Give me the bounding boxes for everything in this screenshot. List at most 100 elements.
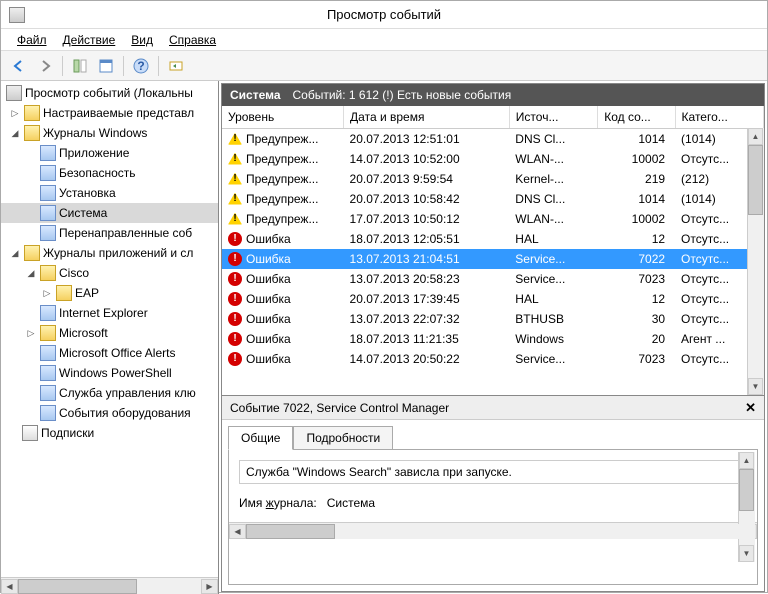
table-row[interactable]: !Ошибка13.07.2013 20:58:23Service...7023…	[222, 269, 764, 289]
error-icon: !	[228, 272, 242, 286]
collapse-icon[interactable]: ◢	[9, 127, 21, 139]
event-table[interactable]: Уровень Дата и время Источ... Код со... …	[222, 106, 764, 369]
tree-hscrollbar[interactable]: ◀ ▶	[1, 577, 218, 594]
tree-application[interactable]: Приложение	[1, 143, 218, 163]
cell-datetime: 18.07.2013 12:05:51	[344, 229, 510, 249]
tree-windows-logs[interactable]: ◢Журналы Windows	[1, 123, 218, 143]
log-icon	[40, 205, 56, 221]
table-row[interactable]: !Ошибка18.07.2013 11:21:35Windows20Агент…	[222, 329, 764, 349]
tree-system[interactable]: Система	[1, 203, 218, 223]
table-row[interactable]: !Ошибка14.07.2013 20:50:22Service...7023…	[222, 349, 764, 369]
scroll-down-icon[interactable]: ▼	[748, 378, 763, 395]
action-button[interactable]	[164, 54, 188, 78]
cell-code: 20	[598, 329, 675, 349]
collapse-icon[interactable]: ◢	[9, 247, 21, 259]
tab-details[interactable]: Подробности	[293, 426, 393, 450]
tab-general[interactable]: Общие	[228, 426, 293, 450]
cell-source: HAL	[509, 229, 597, 249]
log-icon	[40, 385, 56, 401]
error-icon: !	[228, 352, 242, 366]
help-button[interactable]: ?	[129, 54, 153, 78]
show-tree-button[interactable]	[68, 54, 92, 78]
col-category[interactable]: Катего...	[675, 106, 763, 129]
folder-icon	[24, 125, 40, 141]
table-row[interactable]: !Ошибка13.07.2013 21:04:51Service...7022…	[222, 249, 764, 269]
log-icon	[40, 145, 56, 161]
menu-action[interactable]: Действие	[55, 31, 124, 49]
menu-file[interactable]: Файл	[9, 31, 55, 49]
table-row[interactable]: !Предупреж...20.07.2013 10:58:42DNS Cl..…	[222, 189, 764, 209]
table-row[interactable]: !Ошибка13.07.2013 22:07:32BTHUSB30Отсутс…	[222, 309, 764, 329]
tree-app-logs[interactable]: ◢Журналы приложений и сл	[1, 243, 218, 263]
collapse-icon[interactable]: ◢	[25, 267, 37, 279]
cell-source: WLAN-...	[509, 209, 597, 229]
col-eventid[interactable]: Код со...	[598, 106, 675, 129]
cell-code: 7022	[598, 249, 675, 269]
tree-subscriptions[interactable]: Подписки	[1, 423, 218, 443]
expand-icon[interactable]: ▷	[9, 107, 21, 119]
cell-code: 1014	[598, 189, 675, 209]
log-icon	[40, 305, 56, 321]
cell-code: 12	[598, 229, 675, 249]
detail-header: Событие 7022, Service Control Manager ✕	[222, 396, 764, 420]
scroll-left-icon[interactable]: ◀	[1, 579, 18, 594]
tree-ie[interactable]: Internet Explorer	[1, 303, 218, 323]
cell-code: 12	[598, 289, 675, 309]
scroll-down-icon[interactable]: ▼	[739, 545, 754, 562]
warning-icon: !	[228, 173, 242, 185]
table-row[interactable]: !Предупреж...20.07.2013 12:51:01DNS Cl..…	[222, 129, 764, 149]
tree-root[interactable]: Просмотр событий (Локальны	[1, 83, 218, 103]
table-row[interactable]: !Предупреж...14.07.2013 10:52:00WLAN-...…	[222, 149, 764, 169]
tree-klm[interactable]: Служба управления клю	[1, 383, 218, 403]
back-button[interactable]	[7, 54, 31, 78]
level-text: Ошибка	[246, 332, 291, 346]
expand-icon[interactable]: ▷	[25, 327, 37, 339]
col-source[interactable]: Источ...	[509, 106, 597, 129]
cell-code: 7023	[598, 349, 675, 369]
level-text: Предупреж...	[246, 172, 318, 186]
tree-microsoft[interactable]: ▷Microsoft	[1, 323, 218, 343]
tree-security[interactable]: Безопасность	[1, 163, 218, 183]
cell-source: Service...	[509, 249, 597, 269]
table-row[interactable]: !Ошибка20.07.2013 17:39:45HAL12Отсутс...	[222, 289, 764, 309]
scroll-right-icon[interactable]: ▶	[201, 579, 218, 594]
cell-code: 1014	[598, 129, 675, 149]
event-viewer-icon	[6, 85, 22, 101]
warning-icon: !	[228, 133, 242, 145]
properties-button[interactable]	[94, 54, 118, 78]
table-row[interactable]: !Ошибка18.07.2013 12:05:51HAL12Отсутс...	[222, 229, 764, 249]
scroll-up-icon[interactable]: ▲	[748, 128, 763, 145]
expand-icon[interactable]: ▷	[41, 287, 53, 299]
scroll-up-icon[interactable]: ▲	[739, 452, 754, 469]
cell-datetime: 17.07.2013 10:50:12	[344, 209, 510, 229]
table-row[interactable]: !Предупреж...20.07.2013 9:59:54Kernel-..…	[222, 169, 764, 189]
cell-source: DNS Cl...	[509, 129, 597, 149]
detail-vscrollbar[interactable]: ▲ ▼	[738, 452, 755, 562]
tree-hwe[interactable]: События оборудования	[1, 403, 218, 423]
log-icon	[40, 225, 56, 241]
tree-setup[interactable]: Установка	[1, 183, 218, 203]
toolbar: ?	[1, 51, 767, 81]
col-datetime[interactable]: Дата и время	[344, 106, 510, 129]
scroll-left-icon[interactable]: ◀	[229, 524, 246, 539]
forward-button[interactable]	[33, 54, 57, 78]
log-icon	[40, 365, 56, 381]
menu-view[interactable]: Вид	[123, 31, 161, 49]
tree-eap[interactable]: ▷EAP	[1, 283, 218, 303]
cell-datetime: 20.07.2013 12:51:01	[344, 129, 510, 149]
cell-datetime: 13.07.2013 20:58:23	[344, 269, 510, 289]
cell-source: Service...	[509, 269, 597, 289]
menu-help[interactable]: Справка	[161, 31, 224, 49]
tree-cisco[interactable]: ◢Cisco	[1, 263, 218, 283]
tree-wps[interactable]: Windows PowerShell	[1, 363, 218, 383]
close-icon[interactable]: ✕	[745, 400, 756, 416]
tree-forwarded[interactable]: Перенаправленные соб	[1, 223, 218, 243]
tree-moa[interactable]: Microsoft Office Alerts	[1, 343, 218, 363]
table-row[interactable]: !Предупреж...17.07.2013 10:50:12WLAN-...…	[222, 209, 764, 229]
tree-custom-views[interactable]: ▷Настраиваемые представл	[1, 103, 218, 123]
tree[interactable]: Просмотр событий (Локальны ▷Настраиваемы…	[1, 81, 218, 577]
detail-hscrollbar[interactable]: ◀ ▶	[229, 522, 757, 539]
level-text: Ошибка	[246, 312, 291, 326]
col-level[interactable]: Уровень	[222, 106, 344, 129]
table-vscrollbar[interactable]: ▲ ▼	[747, 128, 764, 395]
